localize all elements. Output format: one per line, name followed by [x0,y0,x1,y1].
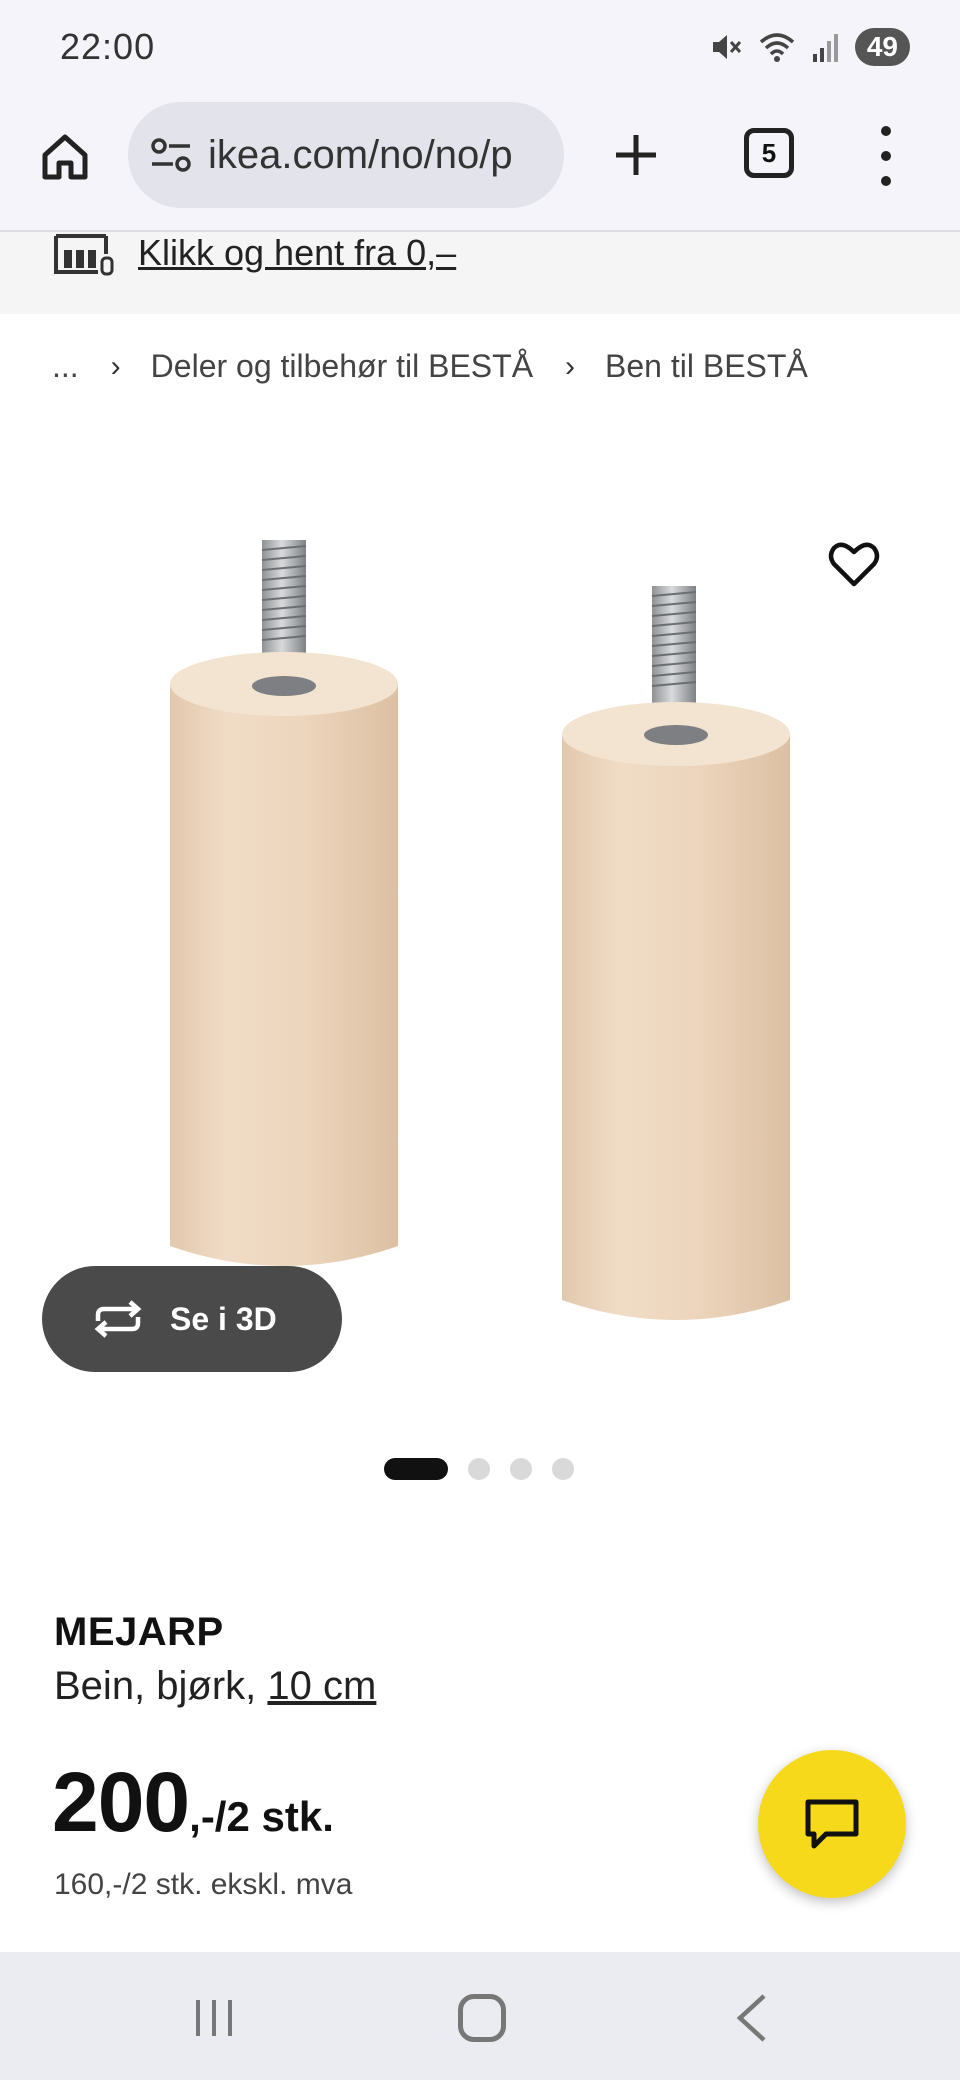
chevron-right-icon: › [110,349,121,383]
gallery-dot-3[interactable] [510,1458,532,1480]
rotate-3d-icon [94,1300,142,1338]
home-button[interactable] [34,126,96,188]
price-value: 200 [52,1755,190,1849]
breadcrumb-item-parts[interactable]: Deler og tilbehør til BESTÅ [151,348,533,385]
view-in-3d-button[interactable]: Se i 3D [42,1266,342,1372]
leg-left [170,540,398,1266]
signal-icon [812,34,838,62]
chat-icon [805,1799,859,1849]
gallery-dot-4[interactable] [552,1458,574,1480]
battery-indicator: 49 [854,28,910,66]
view-in-3d-label: Se i 3D [170,1300,277,1337]
new-tab-button[interactable] [606,120,666,190]
url-text: ikea.com/no/no/p [208,132,513,177]
product-description: Bein, bjørk, 10 cm [54,1664,376,1709]
price-ex-vat: 160,-/2 stk. ekskl. mva [54,1868,353,1901]
breadcrumb: ... › Deler og tilbehør til BESTÅ › Ben … [52,348,808,385]
gallery-dot-2[interactable] [468,1458,490,1480]
price-suffix: ,-/2 stk. [189,1793,334,1840]
system-nav-bar [0,1952,960,2080]
more-menu-icon[interactable] [874,126,898,186]
home-icon [42,134,88,180]
site-settings-icon[interactable] [150,137,192,173]
product-size-link[interactable]: 10 cm [267,1664,376,1708]
gallery-pagination [384,1458,574,1480]
address-bar[interactable]: ikea.com/no/no/p [128,102,564,208]
gallery-dot-1[interactable] [384,1458,448,1480]
browser-toolbar: ikea.com/no/no/p 5 [0,98,960,232]
mute-icon [712,35,741,59]
back-icon[interactable] [734,1992,770,2044]
product-price: 200 ,-/2 stk. [52,1754,334,1851]
status-time: 22:00 [60,26,156,67]
nav-home-icon[interactable] [458,1994,506,2042]
pickup-banner[interactable]: Klikk og hent fra 0,– [0,232,960,314]
tab-count: 5 [761,137,777,168]
product-description-text: Bein, bjørk, [54,1664,257,1708]
wifi-icon [759,33,794,62]
status-icons: 49 [709,28,910,66]
breadcrumb-ellipsis[interactable]: ... [52,348,79,385]
status-bar: 22:00 49 [0,0,960,98]
plus-icon [616,135,656,175]
heart-icon[interactable] [826,536,882,592]
tabs-button[interactable]: 5 [744,128,794,178]
chat-button[interactable] [758,1750,906,1898]
product-name: MEJARP [54,1610,224,1654]
store-icon [54,234,114,276]
pickup-link[interactable]: Klikk og hent fra 0,– [138,232,456,274]
recent-apps-icon[interactable] [192,1996,236,2040]
chevron-right-icon: › [565,349,576,383]
breadcrumb-item-legs[interactable]: Ben til BESTÅ [605,348,808,385]
leg-right [562,586,790,1320]
